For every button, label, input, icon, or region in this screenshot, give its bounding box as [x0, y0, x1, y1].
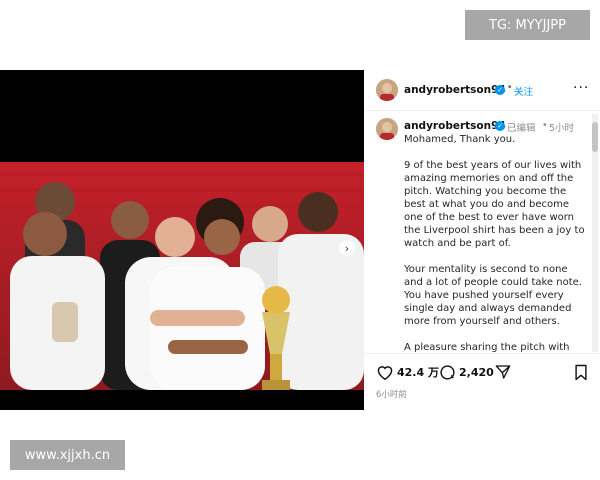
comment-button[interactable]: 2,420 — [439, 364, 494, 381]
caption-paragraph: 9 of the best years of our lives with am… — [404, 160, 585, 249]
caption-paragraph: Your mentality is second to none and a l… — [404, 264, 582, 327]
edited-label: 已编辑 — [507, 123, 536, 134]
avatar[interactable] — [376, 118, 398, 140]
post-photo[interactable] — [0, 162, 364, 390]
caption-text: Mohamed, Thank you. 9 of the best years … — [404, 133, 588, 353]
share-icon — [495, 365, 511, 379]
comment-count: 2,420 — [459, 366, 494, 379]
bookmark-icon — [575, 364, 587, 381]
follow-button[interactable]: 关注 — [514, 84, 533, 98]
post-username[interactable]: andyrobertson94 — [404, 84, 506, 96]
post-time-short: 5小时 — [549, 123, 575, 134]
scrollbar-thumb[interactable] — [592, 122, 598, 152]
separator-dot: • — [542, 120, 548, 131]
post-sidebar: andyrobertson94 ✓ • 关注 ··· andyrobertson… — [364, 70, 600, 411]
heart-icon — [377, 366, 393, 380]
caption-paragraph: Mohamed, Thank you. — [404, 134, 516, 145]
post-timestamp: 6小时前 — [376, 390, 407, 400]
share-button[interactable] — [495, 364, 511, 380]
caption-paragraph: A pleasure sharing the pitch with you fo… — [404, 342, 570, 353]
caption-area: andyrobertson94 ✓ 已编辑 • 5小时 Mohamed, Tha… — [364, 110, 600, 353]
like-button[interactable]: 42.4 万 — [376, 364, 439, 380]
like-count: 42.4 万 — [397, 366, 439, 379]
separator-dot: • — [507, 83, 513, 93]
post-header: andyrobertson94 ✓ • 关注 ··· — [364, 70, 600, 111]
post-media: › — [0, 70, 364, 410]
avatar[interactable] — [376, 79, 398, 101]
save-button[interactable] — [574, 364, 588, 381]
caption-username[interactable]: andyrobertson94 — [404, 120, 506, 132]
post-actions: 42.4 万 2,420 6小时前 — [364, 353, 600, 411]
verified-badge-icon: ✓ — [495, 85, 505, 95]
watermark-top: TG: MYYJJPP — [465, 10, 590, 40]
verified-badge-icon: ✓ — [495, 121, 505, 131]
instagram-post: › andyrobertson94 ✓ • 关注 ··· andyroberts… — [0, 70, 600, 411]
comment-icon — [440, 365, 455, 380]
caption-scrollbar[interactable] — [592, 114, 598, 352]
more-options-icon[interactable]: ··· — [573, 80, 589, 96]
watermark-bottom: www.xjjxh.cn — [10, 440, 125, 470]
chevron-right-icon[interactable]: › — [339, 240, 355, 256]
